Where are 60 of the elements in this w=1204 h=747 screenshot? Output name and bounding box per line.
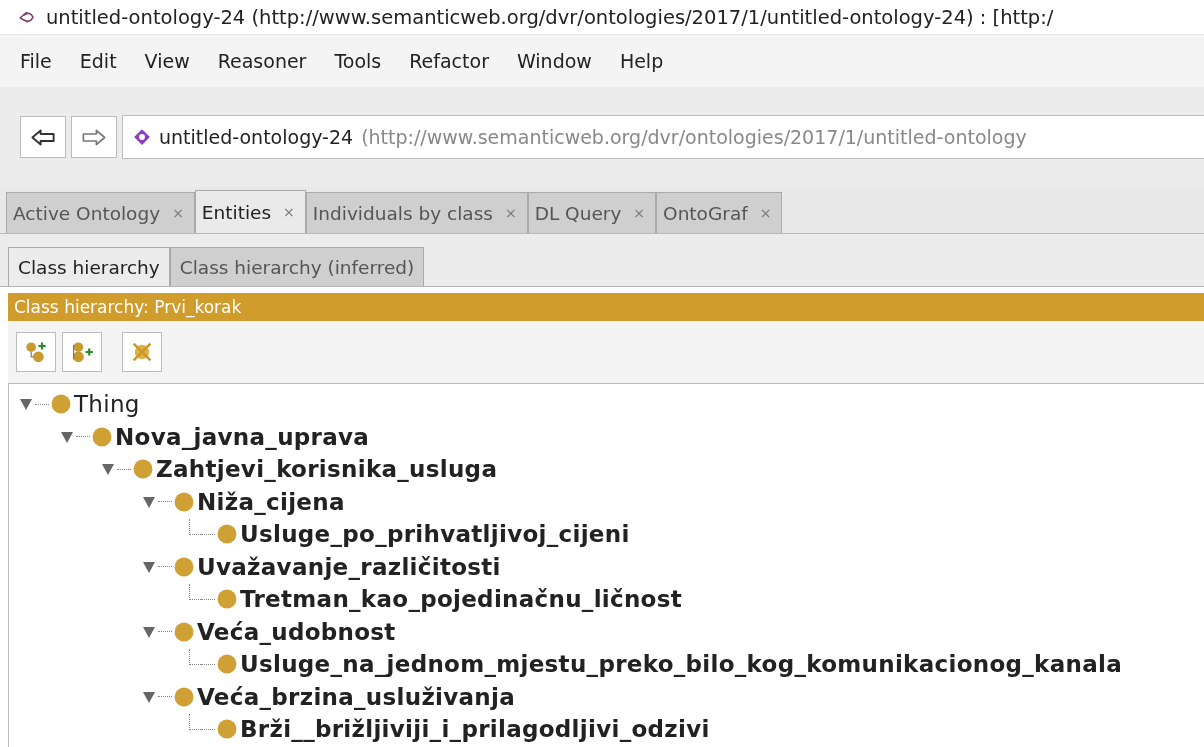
expand-arrow-icon[interactable] xyxy=(142,559,156,574)
class-icon xyxy=(217,654,237,675)
class-icon xyxy=(217,589,237,610)
expand-arrow-icon[interactable] xyxy=(142,689,156,704)
class-label[interactable]: Tretman_kao_pojedinačnu_ličnost xyxy=(240,586,682,613)
class-label[interactable]: Veća_udobnost xyxy=(197,618,396,645)
class-icon xyxy=(92,426,112,447)
class-icon xyxy=(174,686,194,707)
class-label[interactable]: Veća_brzina_usluživanja xyxy=(197,683,516,710)
app-logo-icon xyxy=(18,9,36,25)
class-label[interactable]: Usluge_po_prihvatljivoj_cijeni xyxy=(240,521,630,548)
tab[interactable]: Individuals by class × xyxy=(305,192,528,233)
class-label[interactable]: Niža_cijena xyxy=(197,488,345,515)
add-subclass-button[interactable] xyxy=(16,332,56,372)
tab[interactable]: OntoGraf × xyxy=(656,192,783,233)
delete-class-button[interactable] xyxy=(122,332,162,372)
class-icon xyxy=(174,556,194,577)
menu-item[interactable]: Help xyxy=(619,50,664,72)
expand-arrow-icon[interactable] xyxy=(101,462,115,477)
tab[interactable]: Active Ontology × xyxy=(6,192,195,233)
menu-item[interactable]: View xyxy=(144,50,190,72)
view-header: Class hierarchy: Prvi_korak xyxy=(8,293,1204,321)
menu-item[interactable]: Tools xyxy=(334,50,382,72)
back-arrow-icon xyxy=(30,127,56,147)
class-icon xyxy=(174,491,194,512)
window-title: untitled-ontology-24 (http://www.semanticweb.org/dvr/ontologies/2017/1/untitled-ontology-24) : [http:/ xyxy=(46,5,1054,29)
class-icon xyxy=(217,719,237,740)
tab[interactable]: DL Query × xyxy=(527,192,657,233)
forward-arrow-icon xyxy=(81,127,107,147)
menu-item[interactable]: Reasoner xyxy=(217,50,307,72)
view-tab[interactable]: Class hierarchy xyxy=(8,247,170,286)
class-icon xyxy=(51,394,71,415)
class-icon xyxy=(133,459,153,480)
add-sibling-icon xyxy=(70,340,94,364)
expand-arrow-icon[interactable] xyxy=(142,624,156,639)
class-label[interactable]: Thing xyxy=(74,391,140,418)
expand-arrow-icon[interactable] xyxy=(19,397,33,412)
menu-item[interactable]: File xyxy=(20,50,52,72)
forward-button[interactable] xyxy=(71,116,117,158)
delete-class-icon xyxy=(130,340,154,364)
tab[interactable]: Entities × xyxy=(194,190,306,233)
add-sibling-button[interactable] xyxy=(62,332,102,372)
class-label[interactable]: Brži__brižljiviji_i_prilagodljivi_odzivi xyxy=(240,716,710,743)
class-label[interactable]: Nova_javna_uprava xyxy=(115,423,370,450)
ontology-icon xyxy=(133,128,151,146)
class-label[interactable]: Uvažavanje_različitosti xyxy=(197,553,501,580)
menu-item[interactable]: Window xyxy=(516,50,592,72)
add-subclass-icon xyxy=(24,340,48,364)
expand-arrow-icon[interactable] xyxy=(60,429,74,444)
class-label[interactable]: Zahtjevi_korisnika_usluga xyxy=(156,456,498,483)
menu-item[interactable]: Refactor xyxy=(409,50,489,72)
class-icon xyxy=(174,621,194,642)
ontology-address-field[interactable]: untitled-ontology-24 (http://www.semanticweb.org/dvr/ontologies/2017/1/untitled-ontology xyxy=(122,115,1204,159)
class-label[interactable]: Usluge_na_jednom_mjestu_preko_bilo_kog_komunikacionog_kanala xyxy=(240,651,1122,678)
back-button[interactable] xyxy=(20,116,66,158)
class-icon xyxy=(217,524,237,545)
view-tab[interactable]: Class hierarchy (inferred) xyxy=(169,247,425,286)
expand-arrow-icon[interactable] xyxy=(142,494,156,509)
close-tab-button[interactable]: × xyxy=(283,204,295,220)
menu-item[interactable]: Edit xyxy=(79,50,117,72)
